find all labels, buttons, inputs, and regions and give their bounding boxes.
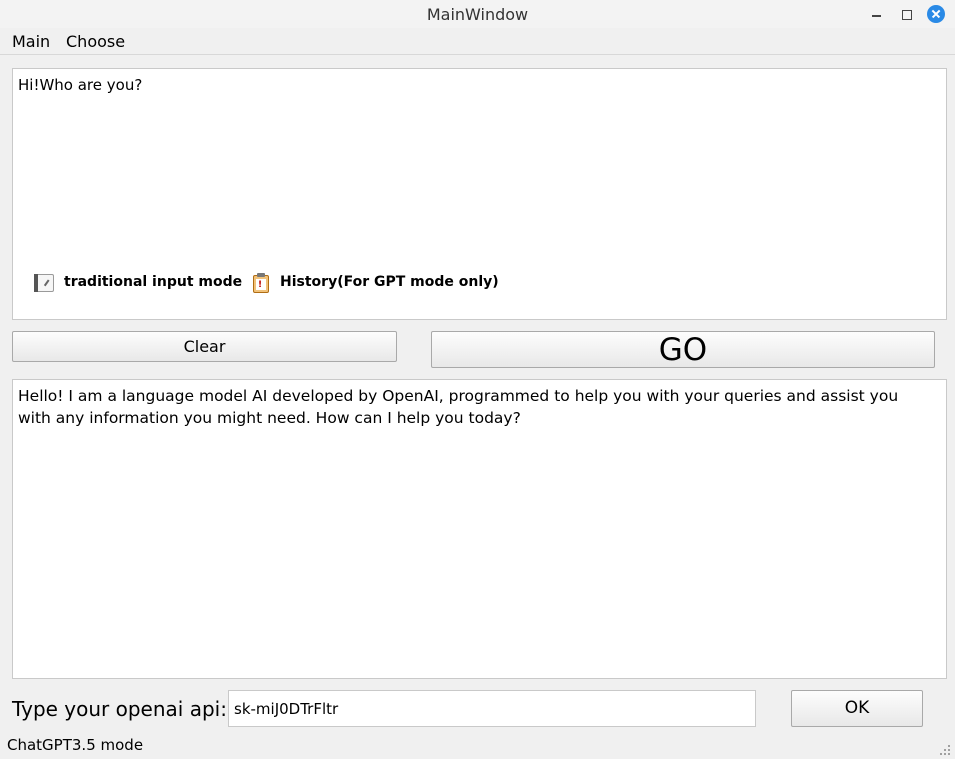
output-text: Hello! I am a language model AI develope…: [18, 387, 899, 427]
title-bar[interactable]: MainWindow: [0, 0, 955, 28]
main-window: MainWindow Main Choose Hi!Who are you? t…: [0, 0, 955, 759]
menu-choose[interactable]: Choose: [66, 32, 125, 51]
close-icon[interactable]: [926, 4, 946, 24]
input-text: Hi!Who are you?: [18, 76, 143, 94]
api-label: Type your openai api:: [12, 697, 227, 721]
menu-bar: Main Choose: [0, 28, 955, 55]
clear-button[interactable]: Clear: [12, 331, 397, 362]
go-button[interactable]: GO: [431, 331, 935, 368]
status-text: ChatGPT3.5 mode: [7, 736, 144, 754]
maximize-icon[interactable]: [896, 4, 916, 24]
history-mode-label: History(For GPT mode only): [280, 274, 499, 290]
window-title: MainWindow: [426, 5, 529, 24]
traditional-mode-label: traditional input mode: [64, 274, 243, 290]
menu-main[interactable]: Main: [12, 32, 50, 51]
api-key-input[interactable]: [228, 690, 756, 727]
clipboard-icon: !: [250, 273, 272, 293]
minimize-icon[interactable]: [866, 4, 886, 24]
pencil-icon: [33, 273, 55, 293]
ok-button[interactable]: OK: [791, 690, 923, 727]
output-text-area[interactable]: Hello! I am a language model AI develope…: [12, 379, 947, 679]
input-text-area[interactable]: Hi!Who are you? traditional input mode !…: [12, 68, 947, 320]
resize-grip-icon[interactable]: [939, 744, 951, 756]
